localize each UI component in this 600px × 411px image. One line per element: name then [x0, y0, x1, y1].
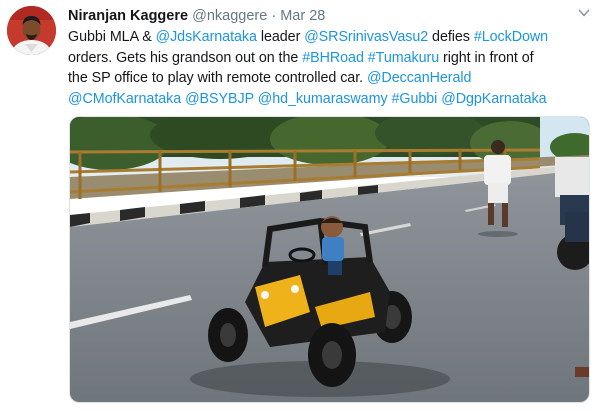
tweet-text-segment: orders. Gets his grandson out on the	[68, 49, 303, 66]
tweet-text-segment: leader	[256, 29, 305, 45]
tweet-text-line: the SP office to play with remote contro…	[68, 68, 596, 89]
hashtag-link[interactable]: #LockDown	[474, 29, 548, 45]
tweet-text-segment: right in front of	[439, 49, 534, 66]
tweet-header: Niranjan Kaggere @nkaggere · Mar 28	[68, 6, 325, 26]
tweet-text-segment: Gubbi MLA &	[68, 29, 156, 45]
tweet-text-line: @CMofKarnataka @BSYBJP @hd_kumaraswamy #…	[68, 89, 596, 110]
tweet-text: Gubbi MLA & @JdsKarnataka leader @SRSrin…	[68, 27, 596, 109]
mention-link[interactable]: @hd_kumaraswamy	[258, 91, 388, 107]
mention-link[interactable]: @SRSrinivasVasu2	[304, 29, 428, 45]
tweet-media[interactable]	[69, 116, 590, 403]
tweet-text-line: Gubbi MLA & @JdsKarnataka leader @SRSrin…	[68, 27, 596, 48]
tweet-text-line: orders. Gets his grandson out on the #BH…	[68, 48, 596, 69]
mention-link[interactable]: @DgpKarnataka	[441, 91, 546, 107]
mention-link[interactable]: @JdsKarnataka	[156, 29, 257, 45]
mention-link[interactable]: @DeccanHerald	[367, 70, 472, 86]
hashtag-link[interactable]: #Tumakuru	[368, 50, 439, 66]
hashtag-link[interactable]: #Gubbi	[391, 91, 437, 107]
avatar[interactable]	[7, 6, 56, 55]
media-image	[70, 117, 589, 402]
mention-link[interactable]: @BSYBJP	[185, 91, 254, 107]
tweet-text-segment: defies	[428, 29, 474, 45]
separator: ·	[271, 8, 277, 24]
mention-link[interactable]: @CMofKarnataka	[68, 91, 181, 107]
avatar-image	[7, 6, 56, 55]
author-name[interactable]: Niranjan Kaggere	[68, 8, 188, 24]
hashtag-link[interactable]: #BHRoad	[302, 50, 364, 66]
tweet: Niranjan Kaggere @nkaggere · Mar 28 Gubb…	[0, 0, 600, 411]
author-handle[interactable]: @nkaggere	[192, 8, 267, 24]
tweet-date[interactable]: Mar 28	[280, 8, 325, 24]
tweet-text-segment: the SP office to play with remote contro…	[68, 70, 367, 86]
chevron-down-icon[interactable]	[577, 6, 591, 20]
